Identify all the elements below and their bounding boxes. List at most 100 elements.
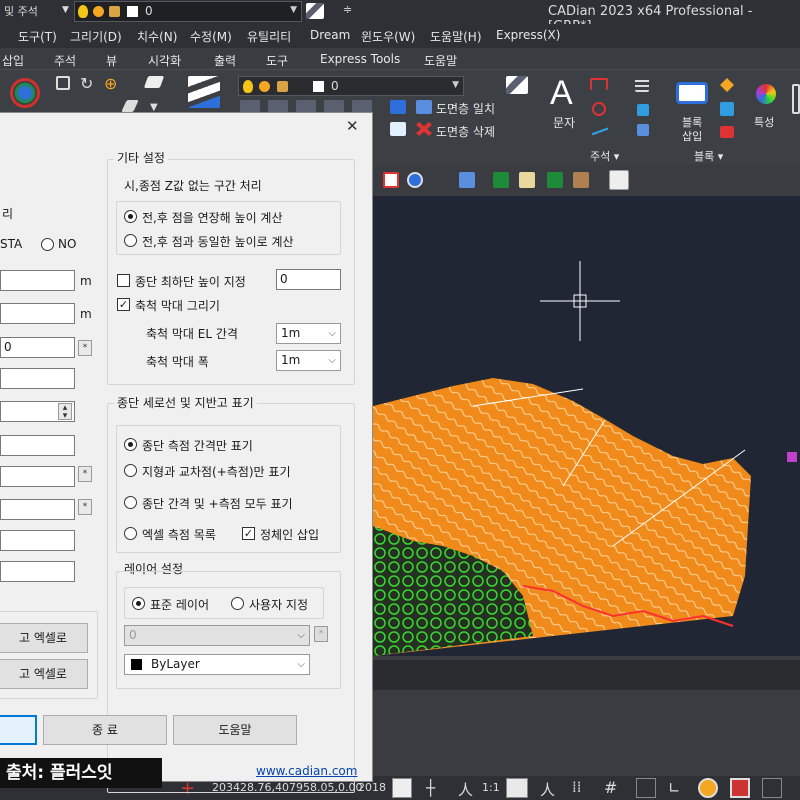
command-line[interactable] — [373, 660, 800, 690]
redo-icon[interactable] — [383, 172, 399, 188]
tool-icon[interactable] — [519, 172, 535, 188]
tab-insert[interactable]: 삽입 — [2, 52, 24, 69]
ortho-icon[interactable] — [636, 778, 656, 798]
menu-utility[interactable]: 유틸리티 — [247, 28, 291, 45]
block-insert-label[interactable]: 삽입 — [682, 128, 702, 144]
otrack-icon[interactable] — [730, 778, 750, 798]
markup-icon[interactable] — [637, 104, 649, 116]
properties-label[interactable]: 특성 — [754, 114, 774, 130]
spin-button[interactable]: ▴ ▾ — [58, 403, 72, 421]
line-draw-icon[interactable] — [121, 100, 139, 112]
picker-button[interactable]: * — [78, 340, 92, 356]
layer-picker-button[interactable]: * — [314, 626, 328, 642]
tab-tools[interactable]: 도구 — [266, 52, 288, 69]
layer-delete-label[interactable]: 도면층 삭제 — [436, 123, 495, 140]
menu-window[interactable]: 윈도우(W) — [361, 28, 415, 45]
left-field-6[interactable] — [0, 435, 75, 456]
drawing-canvas[interactable] — [373, 196, 800, 656]
text-label[interactable]: 문자 — [553, 114, 575, 131]
tool-icon[interactable] — [459, 172, 475, 188]
osnap-icon[interactable] — [698, 778, 718, 798]
annotation-panel-label[interactable]: 주석 ▾ — [590, 148, 619, 164]
layer-quick-combo[interactable]: 0 ▼ — [74, 1, 302, 22]
tool-icon[interactable] — [573, 172, 589, 188]
left-field-4[interactable] — [0, 368, 75, 389]
standard-layer-radio[interactable] — [132, 597, 145, 610]
terrain-intersection-radio[interactable] — [124, 464, 137, 477]
panel-icon[interactable] — [792, 84, 800, 114]
excel-station-radio[interactable] — [124, 527, 137, 540]
user-layer-radio[interactable] — [231, 597, 244, 610]
block-panel-label[interactable]: 블록 ▾ — [694, 148, 723, 164]
no-radio[interactable] — [41, 238, 54, 251]
grid-icon[interactable] — [392, 778, 412, 798]
text-icon[interactable]: A — [550, 74, 573, 113]
menu-tools[interactable]: 도구(T) — [18, 28, 57, 45]
tab-express-tools[interactable]: Express Tools — [320, 52, 400, 66]
block-insert-icon[interactable] — [676, 82, 708, 104]
min-height-input[interactable]: 0 — [276, 269, 341, 290]
end-button[interactable]: 종 료 — [43, 715, 167, 745]
dots-icon[interactable]: ⁞⁞ — [572, 778, 582, 796]
close-icon[interactable]: ✕ — [346, 117, 359, 135]
tab-help[interactable]: 도움말 — [424, 52, 457, 69]
menu-help[interactable]: 도움말(H) — [430, 28, 482, 45]
snap-icon[interactable]: ┼ — [426, 779, 435, 797]
eraser-icon[interactable] — [143, 76, 165, 88]
scale-bar-checkbox[interactable]: ✓ — [117, 298, 130, 311]
chevron-down-icon[interactable]: ▼ — [62, 5, 69, 15]
color-select[interactable]: ByLayer ⌵ — [124, 654, 310, 675]
menu-express[interactable]: Express(X) — [496, 28, 560, 42]
lineweight-icon[interactable] — [762, 778, 782, 798]
menu-dream[interactable]: Dream — [310, 28, 350, 42]
left-field-2[interactable] — [0, 303, 75, 324]
workspace-selector[interactable]: 및 주석 — [0, 2, 42, 22]
markup-icon[interactable] — [637, 124, 649, 136]
leader-icon[interactable] — [592, 126, 608, 136]
picker-button[interactable]: * — [78, 466, 92, 482]
annotation-scale-value[interactable]: 1:1 — [482, 781, 500, 794]
qat-dropdown-icon[interactable]: ≑ — [343, 3, 352, 16]
export-excel-button-1[interactable]: 고 엑셀로 — [0, 623, 88, 653]
layer-name-select[interactable]: 0 ⌵ — [124, 625, 310, 646]
layer-properties-icon[interactable] — [188, 76, 220, 108]
dimension-icon[interactable] — [590, 78, 608, 90]
layer-state-icon[interactable] — [506, 76, 528, 94]
polar-icon[interactable]: ∟ — [668, 779, 681, 797]
left-field-8[interactable] — [0, 499, 75, 520]
layer-delete-icon[interactable] — [390, 122, 406, 136]
menu-modify[interactable]: 수정(M) — [190, 28, 232, 45]
orbit-icon[interactable] — [10, 78, 40, 108]
tab-view[interactable]: 뷰 — [106, 52, 117, 69]
left-field-10[interactable] — [0, 561, 75, 582]
layer-combo[interactable]: 0 ▼ — [238, 76, 464, 96]
center-mark-icon[interactable] — [592, 102, 606, 116]
both-marks-radio[interactable] — [124, 496, 137, 509]
same-height-radio[interactable] — [124, 234, 137, 247]
tab-annotate[interactable]: 주석 — [54, 52, 76, 69]
chain-insert-checkbox[interactable]: ✓ — [242, 527, 255, 540]
menu-draw[interactable]: 그리기(D) — [70, 28, 122, 45]
grid-display-icon[interactable]: # — [604, 778, 617, 797]
info-icon[interactable] — [407, 172, 423, 188]
help-button[interactable]: 도움말 — [173, 715, 297, 745]
bar-width-select[interactable]: 1m ⌵ — [276, 350, 341, 371]
left-field-7[interactable] — [0, 466, 75, 487]
tool-icon[interactable] — [609, 170, 629, 190]
table-icon[interactable] — [635, 78, 649, 92]
rotate-icon[interactable]: ↻ — [80, 74, 93, 93]
station-interval-radio[interactable] — [124, 438, 137, 451]
layer-delete-icon[interactable] — [416, 122, 432, 136]
export-excel-button-2[interactable]: 고 엑셀로 — [0, 659, 88, 689]
select-icon[interactable] — [56, 76, 70, 90]
block-edit-icon[interactable] — [720, 126, 734, 138]
min-height-checkbox[interactable] — [117, 274, 130, 287]
properties-icon[interactable] — [756, 84, 776, 104]
website-link[interactable]: www.cadian.com — [256, 764, 357, 778]
ok-button[interactable] — [0, 715, 37, 745]
menu-dimension[interactable]: 치수(N) — [137, 28, 177, 45]
block-edit-icon[interactable] — [720, 78, 734, 92]
annotation-scale-icon[interactable]: 人 — [458, 779, 473, 800]
layer-tool-icon[interactable] — [306, 3, 324, 19]
left-field-3[interactable]: 0 — [0, 337, 75, 358]
